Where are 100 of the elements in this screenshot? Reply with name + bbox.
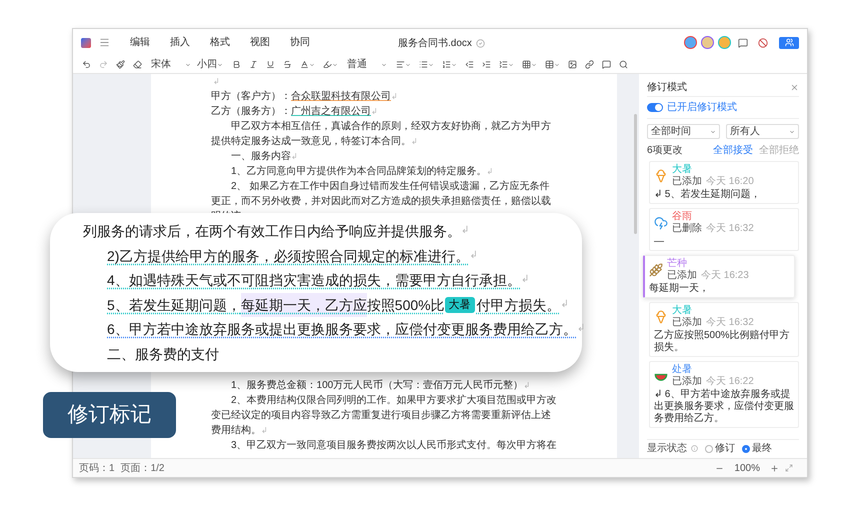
wheat-icon	[649, 263, 663, 277]
redo-icon	[99, 60, 108, 69]
change-card[interactable]: 大暑 已添加 今天 16:32 乙方应按照500%比例赔付甲方损失。	[649, 302, 799, 357]
caret-icon	[451, 62, 457, 68]
menu-item[interactable]: 协同	[290, 35, 310, 50]
document-paragraph: 1、服务费总金额：100万元人民币（大写：壹佰万元人民币元整）↲	[230, 378, 532, 393]
author-name: 大暑	[672, 305, 692, 317]
change-action: 已添加	[672, 317, 702, 329]
menu-item[interactable]: 插入	[170, 35, 190, 50]
caret-icon	[554, 62, 560, 68]
magnified-text: 二、服务费的支付	[107, 344, 219, 364]
change-text: 每延期一天，	[649, 283, 710, 295]
paragraph-mark: ↲	[486, 167, 494, 176]
saved-check-icon	[476, 39, 485, 48]
change-card[interactable]: 处暑 已添加 今天 16:22 ↲ 6、甲方若中途放弃服务或提出更换服务要求，应偿付变更服务费用给乙方。	[649, 361, 799, 428]
change-text: —	[654, 236, 665, 248]
change-action: 已添加	[672, 376, 702, 388]
accept-all-link[interactable]: 全部接受	[713, 142, 753, 158]
change-action: 已添加	[672, 176, 702, 188]
outdent-icon	[465, 60, 474, 69]
paragraph-mark: ↲	[261, 426, 268, 435]
paragraph-mark: ↲	[391, 91, 398, 103]
menu-item[interactable]: 视图	[250, 35, 270, 50]
block-icon[interactable]	[758, 38, 768, 48]
change-time: 今天 16:32	[706, 223, 754, 235]
menu-icon[interactable]	[99, 37, 110, 48]
font-dropdown[interactable]: 宋体	[151, 60, 191, 70]
comment-icon	[602, 60, 611, 69]
caret-icon	[508, 62, 514, 68]
revision-toggle[interactable]	[647, 103, 663, 112]
filter-dropdown[interactable]: 全部时间	[647, 124, 720, 139]
italic-icon	[249, 60, 258, 69]
numbered-list-icon	[442, 60, 451, 69]
paragraph-mark: ↲	[411, 137, 418, 146]
change-time: 今天 16:20	[706, 176, 754, 188]
change-card[interactable]: 大暑 已添加 今天 16:20 ↲ 5、若发生延期问题，	[649, 161, 799, 204]
magnified-text: 5、若发生延期问题，	[107, 296, 241, 314]
magnified-text: 2)乙方提供给甲方的服务，必须按照合同规定的标准进行。	[107, 246, 470, 266]
menu-item[interactable]: 编辑	[130, 35, 150, 50]
caret-icon	[332, 62, 338, 68]
radio-label: 最终	[752, 442, 772, 456]
grid-icon	[522, 60, 531, 69]
magnified-text: 列服务的请求后，在两个有效工作日内给予响应并提供服务。	[83, 222, 461, 241]
ice-cream-icon	[654, 310, 668, 324]
change-card[interactable]: 芒种 已添加 今天 16:23 每延期一天，	[643, 255, 795, 298]
party-name: 合众联盟科技有限公司	[291, 90, 391, 104]
search-icon	[619, 60, 628, 69]
paintbrush-icon	[116, 60, 125, 69]
paragraph-mark: ↲	[291, 152, 298, 161]
style-dropdown[interactable]: 普通	[347, 60, 387, 70]
size-dropdown[interactable]: 小四	[197, 60, 227, 70]
eraser-icon	[133, 60, 142, 69]
undo-icon	[82, 60, 91, 69]
image-icon	[568, 60, 577, 69]
user-avatar-icon[interactable]	[684, 36, 697, 49]
page-number: 页码：1	[79, 462, 115, 476]
change-card[interactable]: 谷雨 已删除 今天 16:32 —	[649, 208, 799, 251]
user-avatar-icon[interactable]	[701, 36, 714, 49]
zoom-level: 100%	[733, 462, 761, 476]
document-paragraph: 一、服务内容↲	[230, 150, 299, 164]
bold-icon	[232, 60, 241, 69]
caret-icon	[185, 62, 191, 68]
radio-button[interactable]	[705, 444, 713, 452]
bullet-list-icon	[419, 60, 428, 69]
align-left-icon	[396, 60, 405, 69]
share-button[interactable]	[779, 36, 799, 48]
line-spacing-icon	[499, 60, 508, 69]
caret-icon	[428, 62, 434, 68]
users-icon	[784, 38, 794, 47]
author-name: 谷雨	[672, 211, 693, 223]
paragraph-mark: ↲	[520, 273, 529, 287]
caret-icon	[309, 62, 315, 68]
caret-icon	[789, 128, 795, 134]
document-title: 服务合同书.docx	[398, 36, 472, 51]
caret-icon	[405, 62, 411, 68]
menu-item[interactable]: 格式	[210, 35, 230, 50]
toggle-label: 已开启修订模式	[667, 100, 737, 115]
filter-dropdown[interactable]: 所有人	[726, 124, 799, 139]
paragraph-mark: ↲	[560, 298, 569, 312]
comment-icon[interactable]	[738, 38, 748, 48]
magnified-text: 按照500%比	[366, 296, 445, 314]
app-logo-icon	[81, 38, 91, 48]
caret-icon	[531, 62, 537, 68]
caret-icon	[710, 128, 716, 134]
caret-icon	[217, 62, 223, 68]
scrollbar-thumb[interactable]	[634, 114, 637, 234]
party-label: 甲方（客户方）：	[211, 90, 291, 104]
author-tag: 大暑	[444, 296, 475, 313]
info-icon	[691, 445, 698, 452]
zoom-in-icon[interactable]	[770, 464, 779, 472]
cloud-lightning-icon	[654, 216, 668, 230]
author-name: 处暑	[672, 364, 692, 376]
inserted-text: 每延期一天，乙方应	[240, 292, 367, 317]
highlighter-icon	[323, 60, 332, 69]
font-color-icon	[300, 60, 309, 69]
change-count: 6项更改	[647, 144, 683, 158]
document-paragraph: 1、乙方同意向甲方提供作为本合同品牌策划的特定服务。↲	[230, 164, 495, 179]
close-icon[interactable]	[790, 83, 799, 92]
radio-button[interactable]	[742, 444, 750, 452]
author-name: 大暑	[672, 164, 692, 176]
